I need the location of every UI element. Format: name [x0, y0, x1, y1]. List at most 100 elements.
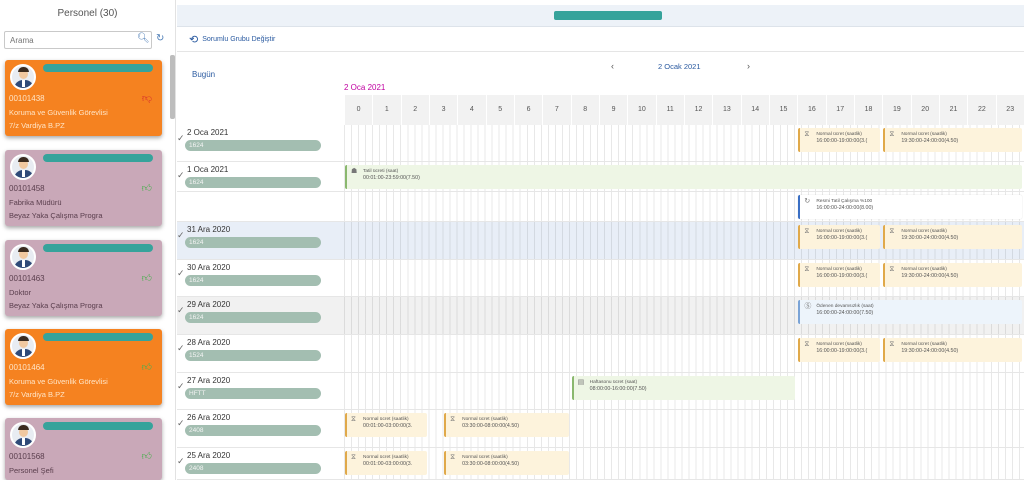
event-time: 16:00:00-19:00:00(3.(	[816, 138, 868, 144]
check-icon[interactable]: ✓	[177, 170, 185, 181]
clock-coin-icon: ⧖	[889, 341, 895, 348]
check-icon[interactable]: ✓	[177, 381, 185, 392]
time-event[interactable]: ⧖ Normal ücret (saatlik) 16:00:00-19:00:00…	[798, 338, 881, 362]
schedule-row[interactable]: ✓ 31 Ara 2020 1624 ⧖ Normal ücret (saatlik) 1…	[177, 222, 1024, 260]
schedule-row[interactable]: ✓ 25 Ara 2020 2408 ⧖ Normal ücret (saatlik) 0…	[177, 448, 1024, 480]
check-icon[interactable]: ✓	[177, 230, 185, 241]
hour-label: 0	[344, 95, 372, 125]
event-time: 08:00:00-16:00:00(7.50)	[589, 386, 647, 392]
event-title: Normal ücret (saatlik)	[816, 267, 862, 272]
time-event[interactable]: ⧖ Normal ücret (saatlik) 19:30:00-24:00:00…	[883, 338, 1022, 362]
check-icon[interactable]: ✓	[177, 305, 185, 316]
schedule-row[interactable]: ✓ 26 Ara 2020 2408 ⧖ Normal ücret (saatlik) 0…	[177, 410, 1024, 448]
time-event[interactable]: Ⓢ Ödenen devamsızlık (saat) 16:00:00-24:00…	[798, 300, 1022, 324]
thumbs-up-icon[interactable]: 👍︎	[142, 182, 152, 194]
check-icon[interactable]: ✓	[177, 343, 185, 354]
schedule-row[interactable]: ✓ 2 Oca 2021 1624 ⧖ Normal ücret (saatlik) 16…	[177, 125, 1024, 162]
calendar-main: ⟲ Sorumlu Grubu Değiştir Bugün ‹ 2 Ocak …	[177, 0, 1024, 480]
event-title: Normal ücret (saatlik)	[363, 455, 409, 460]
shift-code[interactable]: 1624	[185, 237, 321, 248]
schedule-row[interactable]: ✓ 29 Ara 2020 1624 Ⓢ Ödenen devamsızlık (saa…	[177, 297, 1024, 335]
schedule-row[interactable]: ✓ 27 Ara 2020 HFTT ▤ Haftasonu ücret (saat) 0…	[177, 373, 1024, 410]
check-icon[interactable]: ✓	[177, 268, 185, 279]
clock-coin-icon: ⧖	[450, 454, 456, 461]
time-event[interactable]: ⧖ Normal ücret (saatlik) 00:01:00-03:00:00…	[345, 451, 427, 475]
thumbs-up-icon[interactable]: 👍︎	[142, 361, 152, 373]
row-date: 28 Ara 2020	[187, 338, 231, 347]
shift-code[interactable]: 1624	[185, 275, 321, 286]
thumbs-down-icon[interactable]: 👎︎	[142, 92, 152, 104]
time-event[interactable]: ⧖ Normal ücret (saatlik) 00:01:00-03:00:00…	[345, 413, 427, 437]
hour-label: 12	[684, 95, 712, 125]
personnel-job: Koruma ve Güvenlik Görevlisi	[9, 377, 108, 386]
schedule-row[interactable]: ↻ Resmi Tatil Çalışma %100 16:00:00-24:00:…	[177, 192, 1024, 222]
thumbs-up-icon[interactable]: 👍︎	[142, 450, 152, 462]
clock-coin-icon: ⧖	[450, 416, 456, 423]
nav-prev-button[interactable]: ‹	[611, 61, 614, 71]
hour-label: 20	[910, 95, 939, 125]
top-bar	[177, 5, 1024, 27]
hour-label: 14	[740, 95, 769, 125]
time-event[interactable]: ⧖ Normal ücret (saatlik) 16:00:00-19:00:00…	[798, 263, 881, 287]
row-date: 29 Ara 2020	[187, 300, 231, 309]
time-event[interactable]: ⧖ Normal ücret (saatlik) 19:30:00-24:00:00…	[883, 128, 1022, 152]
clock-coin-icon: ⧖	[889, 266, 895, 273]
row-date: 2 Oca 2021	[187, 128, 229, 137]
hour-label: 8	[570, 95, 599, 125]
personnel-job: Koruma ve Güvenlik Görevlisi	[9, 108, 108, 117]
clock-coin-icon: ⧖	[889, 131, 895, 138]
hour-label: 21	[939, 95, 967, 125]
time-event[interactable]: ⧖ Normal ücret (saatlik) 16:00:00-19:00:00…	[798, 225, 881, 249]
event-time: 19:30:00-24:00:00(4.50)	[901, 138, 959, 144]
personnel-card[interactable]: 00101463 Doktor Beyaz Yaka Çalışma Progra 👍…	[5, 240, 162, 316]
schedule-row[interactable]: ✓ 30 Ara 2020 1624 ⧖ Normal ücret (saatlik) 1…	[177, 260, 1024, 297]
event-title: Normal ücret (saatlik)	[901, 132, 947, 137]
top-bar-title-block	[554, 11, 662, 20]
clock-coin-icon: ⧖	[804, 131, 810, 138]
time-event[interactable]: ⧖ Normal ücret (saatlik) 16:00:00-19:00:00…	[798, 128, 881, 152]
search-icon[interactable]: 🔍︎	[137, 33, 150, 44]
hour-label: 2	[400, 95, 429, 125]
clock-coin-icon: ⧖	[804, 341, 810, 348]
personnel-card[interactable]: 00101568 Personel Şefi 👍︎	[5, 418, 162, 480]
change-group-button[interactable]: ⟲ Sorumlu Grubu Değiştir	[189, 33, 275, 46]
schedule-row[interactable]: ✓ 28 Ara 2020 1524 ⧖ Normal ücret (saatlik) 1…	[177, 335, 1024, 373]
time-event[interactable]: ☗ Tatil ücreti (saat) 00:01:00-23:59:00(7.…	[345, 165, 1022, 189]
personnel-card[interactable]: 00101438 Koruma ve Güvenlik Görevlisi 7/z …	[5, 60, 162, 136]
check-icon[interactable]: ✓	[177, 456, 185, 467]
time-event[interactable]: ⧖ Normal ücret (saatlik) 19:30:00-24:00:00…	[883, 263, 1022, 287]
time-event[interactable]: ▤ Haftasonu ücret (saat) 08:00:00-16:00:00…	[571, 376, 796, 400]
shift-code[interactable]: HFTT	[185, 388, 321, 399]
check-icon[interactable]: ✓	[177, 133, 185, 144]
row-date: 25 Ara 2020	[187, 451, 231, 460]
coin-icon: Ⓢ	[804, 303, 812, 310]
shift-code[interactable]: 2408	[185, 463, 321, 474]
name-bar	[43, 154, 153, 162]
scrollbar[interactable]	[170, 55, 175, 119]
check-icon[interactable]: ✓	[177, 418, 185, 429]
shift-code[interactable]: 2408	[185, 425, 321, 436]
clock-coin-icon: ⧖	[351, 416, 356, 423]
nav-next-button[interactable]: ›	[747, 61, 750, 71]
shift-code[interactable]: 1624	[185, 312, 321, 323]
time-event[interactable]: ↻ Resmi Tatil Çalışma %100 16:00:00-24:00:…	[798, 195, 1022, 219]
time-event[interactable]: ⧖ Normal ücret (saatlik) 03:30:00-08:00:00…	[444, 451, 569, 475]
event-title: Normal ücret (saatlik)	[901, 229, 947, 234]
today-button[interactable]: Bugün	[192, 70, 215, 79]
thumbs-up-icon[interactable]: 👍︎	[142, 272, 152, 284]
clock-coin-icon: ⧖	[351, 454, 356, 461]
personnel-card[interactable]: 00101464 Koruma ve Güvenlik Görevlisi 7/z …	[5, 329, 162, 405]
shift-code[interactable]: 1624	[185, 140, 321, 151]
hour-label: 9	[599, 95, 627, 125]
refresh-icon[interactable]: ↻	[156, 33, 164, 44]
time-event[interactable]: ⧖ Normal ücret (saatlik) 19:30:00-24:00:00…	[883, 225, 1022, 249]
search-input[interactable]	[4, 31, 152, 49]
event-time: 00:01:00-03:00:00(3.	[363, 461, 413, 467]
shift-code[interactable]: 1524	[185, 350, 321, 361]
time-event[interactable]: ⧖ Normal ücret (saatlik) 03:30:00-08:00:00…	[444, 413, 569, 437]
clock-coin-icon: ⧖	[889, 228, 895, 235]
schedule-row[interactable]: ✓ 1 Oca 2021 1624 ☗ Tatil ücreti (saat) 00:01…	[177, 162, 1024, 192]
hour-label: 11	[655, 95, 684, 125]
personnel-card[interactable]: 00101458 Fabrika Müdürü Beyaz Yaka Çalışma…	[5, 150, 162, 226]
shift-code[interactable]: 1624	[185, 177, 321, 188]
